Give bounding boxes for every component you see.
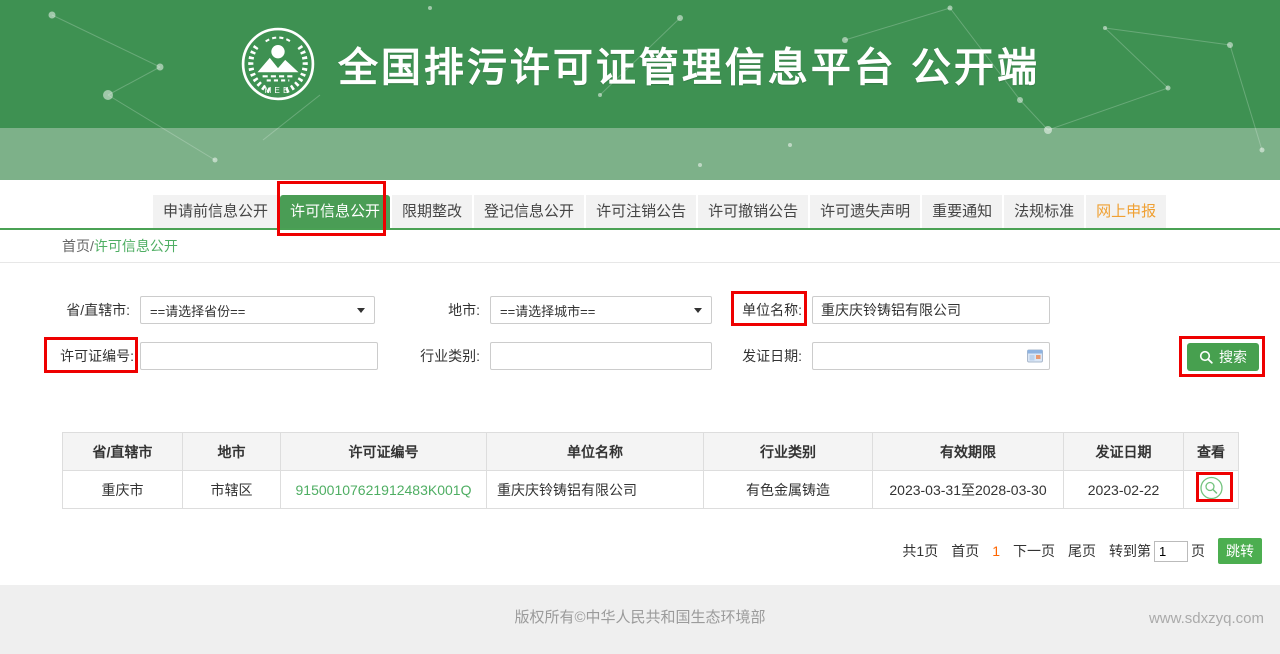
pagination: 共1页 首页 1 下一页 尾页 转到第 页 跳转	[902, 538, 1262, 564]
tab-registration-info[interactable]: 登记信息公开	[474, 195, 584, 228]
current-page: 1	[992, 543, 1000, 559]
magnifier-icon	[1199, 350, 1213, 364]
col-header-view: 查看	[1184, 433, 1239, 471]
breadcrumb-current: 许可信息公开	[94, 238, 178, 254]
view-details-button[interactable]	[1199, 476, 1224, 500]
tab-permit-cancellation[interactable]: 许可注销公告	[586, 195, 696, 228]
industry-input[interactable]	[490, 342, 712, 370]
city-select[interactable]: ==请选择城市==	[490, 296, 712, 324]
table-header-row: 省/直辖市 地市 许可证编号 单位名称 行业类别 有效期限 发证日期 查看	[63, 433, 1239, 471]
footer-website: www.sdxzyq.com	[1149, 610, 1264, 627]
cell-validity: 2023-03-31至2028-03-30	[873, 471, 1064, 509]
first-page-link[interactable]: 首页	[951, 541, 979, 561]
breadcrumb-home[interactable]: 首页	[62, 238, 90, 254]
col-header-province: 省/直辖市	[63, 433, 183, 471]
chevron-down-icon	[694, 308, 702, 313]
table-row: 重庆市 市辖区 91500107621912483K001Q 重庆庆铃铸铝有限公…	[63, 471, 1239, 509]
search-button-label: 搜索	[1219, 347, 1247, 367]
col-header-permit-no: 许可证编号	[281, 433, 487, 471]
col-header-city: 地市	[183, 433, 281, 471]
svg-text:MEE: MEE	[264, 86, 291, 95]
col-header-issue-date: 发证日期	[1064, 433, 1184, 471]
cell-province: 重庆市	[63, 471, 183, 509]
tab-rectification[interactable]: 限期整改	[392, 195, 472, 228]
city-select-value: ==请选择城市==	[500, 301, 595, 320]
cell-issue-date: 2023-02-22	[1064, 471, 1184, 509]
tab-online-declaration[interactable]: 网上申报	[1086, 195, 1166, 228]
breadcrumb: 首页/许可信息公开	[0, 230, 1280, 263]
search-button[interactable]: 搜索	[1187, 343, 1259, 371]
tab-permit-info-public[interactable]: 许可信息公开	[280, 195, 390, 228]
results-table: 省/直辖市 地市 许可证编号 单位名称 行业类别 有效期限 发证日期 查看 重庆…	[62, 432, 1239, 509]
nav-underline	[0, 228, 1280, 230]
issue-date-label: 发证日期:	[702, 342, 802, 370]
page: MEE 全国排污许可证管理信息平台 公开端 申请前信息公开 许可信息公开 限期整…	[0, 0, 1280, 654]
cell-city: 市辖区	[183, 471, 281, 509]
goto-prefix: 转到第	[1109, 541, 1151, 561]
col-header-unit-name: 单位名称	[487, 433, 704, 471]
header-strip	[0, 128, 1280, 180]
cell-company: 重庆庆铃铸铝有限公司	[487, 471, 704, 509]
col-header-industry: 行业类别	[704, 433, 873, 471]
permit-no-input[interactable]	[140, 342, 378, 370]
next-page-link[interactable]: 下一页	[1013, 541, 1055, 561]
tab-permit-loss-statement[interactable]: 许可遗失声明	[810, 195, 920, 228]
goto-suffix: 页	[1191, 541, 1205, 561]
province-select[interactable]: ==请选择省份==	[140, 296, 375, 324]
copyright-text: 版权所有©中华人民共和国生态环境部	[0, 585, 1280, 627]
tab-permit-revocation[interactable]: 许可撤销公告	[698, 195, 808, 228]
footer: 版权所有©中华人民共和国生态环境部 www.sdxzyq.com	[0, 585, 1280, 654]
issue-date-field[interactable]	[819, 344, 1027, 368]
magnifier-circle-icon	[1199, 476, 1224, 500]
last-page-link[interactable]: 尾页	[1068, 541, 1096, 561]
jump-button[interactable]: 跳转	[1218, 538, 1262, 564]
province-select-value: ==请选择省份==	[150, 301, 245, 320]
tab-important-notice[interactable]: 重要通知	[922, 195, 1002, 228]
calendar-icon[interactable]	[1027, 349, 1043, 363]
unit-name-input[interactable]	[812, 296, 1050, 324]
unit-name-label: 单位名称:	[702, 296, 802, 324]
tab-regulations[interactable]: 法规标准	[1004, 195, 1084, 228]
issue-date-input[interactable]	[812, 342, 1050, 370]
permit-number-link[interactable]: 91500107621912483K001Q	[296, 482, 472, 498]
mee-logo-icon: MEE	[240, 26, 316, 102]
cell-industry: 有色金属铸造	[704, 471, 873, 509]
city-label: 地市:	[380, 296, 480, 324]
nav-tabs: 申请前信息公开 许可信息公开 限期整改 登记信息公开 许可注销公告 许可撤销公告…	[153, 195, 1280, 228]
page-total: 共1页	[902, 541, 938, 561]
industry-label: 行业类别:	[380, 342, 480, 370]
province-label: 省/直辖市:	[0, 296, 130, 324]
nav-bar: 申请前信息公开 许可信息公开 限期整改 登记信息公开 许可注销公告 许可撤销公告…	[0, 180, 1280, 230]
goto-page-input[interactable]	[1154, 541, 1188, 562]
page-title: 全国排污许可证管理信息平台 公开端	[338, 35, 1040, 93]
permit-no-label: 许可证编号:	[0, 342, 134, 370]
col-header-validity: 有效期限	[873, 433, 1064, 471]
header-banner: MEE 全国排污许可证管理信息平台 公开端	[0, 0, 1280, 128]
tab-pre-application-info[interactable]: 申请前信息公开	[153, 195, 278, 228]
chevron-down-icon	[357, 308, 365, 313]
